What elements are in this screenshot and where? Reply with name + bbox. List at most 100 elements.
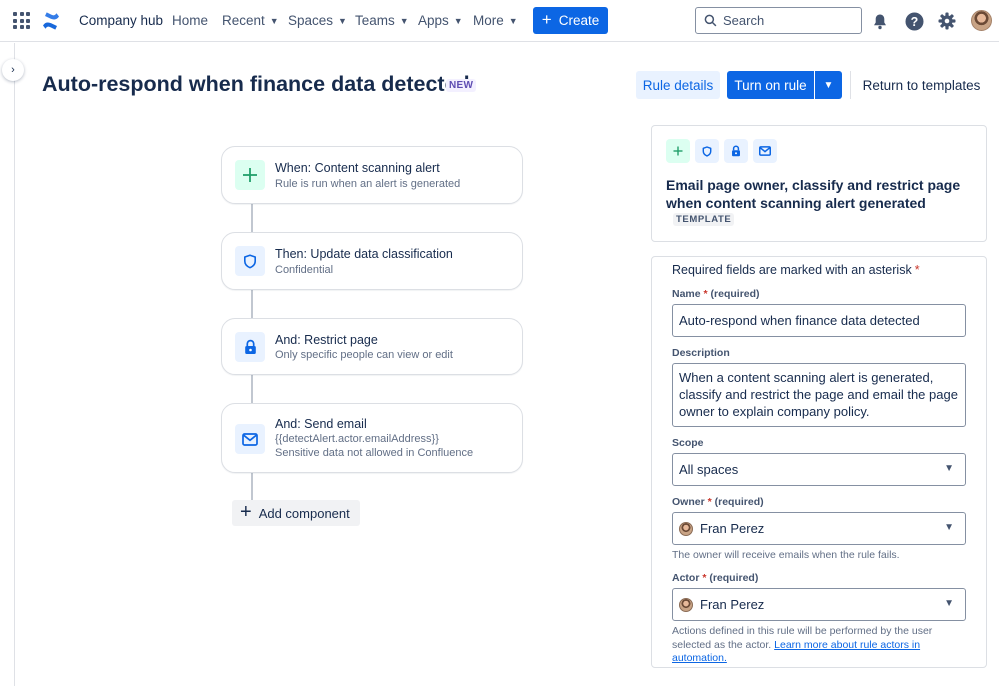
name-field[interactable]: Auto-respond when finance data detected — [672, 304, 966, 337]
chevron-down-icon: ▼ — [944, 598, 954, 609]
flow-component-subtitle-2: Sensitive data not allowed in Confluence — [275, 447, 474, 459]
owner-label: Owner * (required) — [672, 496, 764, 508]
nav-teams-label: Teams — [355, 13, 395, 28]
flow-component-subtitle: Only specific people can view or edit — [275, 349, 453, 361]
actor-helper-text: Actions defined in this rule will be per… — [672, 625, 962, 666]
owner-select[interactable]: Fran Perez ▼ — [672, 512, 966, 545]
name-label-text: Name — [672, 288, 701, 300]
owner-label-text: Owner — [672, 496, 705, 508]
required-fields-note: Required fields are marked with an aster… — [672, 263, 920, 277]
search-input[interactable]: Search — [695, 7, 862, 34]
flow-component-trigger[interactable]: When: Content scanning alert Rule is run… — [221, 146, 523, 204]
actor-required-text: (required) — [709, 572, 759, 584]
name-field-value: Auto-respond when finance data detected — [679, 313, 920, 328]
nav-recent-label: Recent — [222, 13, 265, 28]
scope-select[interactable]: All spaces ▼ — [672, 453, 966, 486]
flow-component-restrict-page[interactable]: And: Restrict page Only specific people … — [221, 318, 523, 375]
nav-company-hub[interactable]: Company hub — [79, 13, 163, 28]
sidebar-collapsed — [0, 43, 15, 686]
plus-icon: + — [541, 10, 552, 29]
plus-icon: + — [240, 500, 252, 523]
create-button[interactable]: + Create — [533, 7, 608, 34]
flow-connector — [251, 374, 253, 403]
flow-component-subtitle: {{detectAlert.actor.emailAddress}} — [275, 433, 439, 445]
nav-apps[interactable]: Apps ▼ — [418, 13, 463, 28]
chevron-down-icon: ▼ — [338, 15, 347, 26]
divider — [850, 71, 851, 99]
flow-component-title: And: Send email — [275, 417, 367, 431]
owner-helper-text: The owner will receive emails when the r… — [672, 549, 900, 561]
expand-sidebar-chevron-right-icon[interactable]: › — [2, 59, 24, 81]
actor-label: Actor * (required) — [672, 572, 759, 584]
template-title: Email page owner, classify and restrict … — [666, 177, 961, 211]
nav-spaces-label: Spaces — [288, 13, 334, 28]
flow-component-title: When: Content scanning alert — [275, 161, 440, 175]
actor-label-text: Actor — [672, 572, 700, 584]
nav-recent[interactable]: Recent ▼ — [222, 13, 279, 28]
svg-text:?: ? — [910, 15, 918, 29]
return-to-templates-button[interactable]: Return to templates — [858, 71, 985, 99]
flow-component-subtitle: Confidential — [275, 264, 334, 276]
nav-apps-label: Apps — [418, 13, 449, 28]
rule-details-label: Rule details — [642, 77, 714, 93]
chevron-down-icon: ▼ — [399, 15, 409, 26]
avatar — [679, 597, 693, 612]
notifications-bell-icon[interactable] — [870, 11, 890, 31]
add-component-label: Add component — [258, 505, 350, 521]
actor-select[interactable]: Fran Perez ▼ — [672, 588, 966, 621]
create-button-label: Create — [558, 13, 600, 28]
lock-icon — [724, 139, 748, 163]
flow-connector — [251, 472, 253, 500]
nav-more[interactable]: More ▼ — [473, 13, 518, 28]
chevron-down-icon: ▼ — [508, 15, 518, 26]
required-note-text: Required fields are marked with an aster… — [672, 263, 912, 277]
nav-spaces[interactable]: Spaces ▼ — [288, 13, 347, 28]
user-avatar[interactable] — [971, 10, 992, 31]
actor-value: Fran Perez — [700, 597, 765, 612]
shield-icon — [235, 246, 265, 276]
name-required-text: (required) — [710, 288, 760, 300]
nav-home-label: Home — [172, 13, 209, 28]
nav-home[interactable]: Home — [172, 13, 208, 28]
plus-icon — [666, 139, 690, 163]
app-switcher-icon[interactable] — [13, 12, 30, 29]
add-component-button[interactable]: + Add component — [232, 500, 360, 526]
turn-on-rule-button[interactable]: Turn on rule — [727, 71, 814, 99]
scope-label: Scope — [672, 437, 704, 449]
confluence-logo-icon[interactable] — [41, 11, 61, 31]
nav-more-label: More — [473, 13, 504, 28]
envelope-icon — [753, 139, 777, 163]
top-navigation: Company hub Home Recent ▼ Spaces ▼ Teams ▼ … — [0, 0, 999, 42]
return-to-templates-label: Return to templates — [862, 77, 981, 93]
name-label: Name * (required) — [672, 288, 760, 300]
envelope-icon — [235, 424, 265, 454]
flow-component-update-classification[interactable]: Then: Update data classification Confide… — [221, 232, 523, 290]
nav-teams[interactable]: Teams ▼ — [355, 13, 409, 28]
search-placeholder: Search — [723, 13, 765, 28]
new-badge: NEW — [446, 79, 477, 92]
flow-component-subtitle: Rule is run when an alert is generated — [275, 178, 461, 190]
flow-component-send-email[interactable]: And: Send email {{detectAlert.actor.emai… — [221, 403, 523, 473]
rule-details-form: Required fields are marked with an aster… — [651, 256, 987, 668]
search-icon — [704, 14, 717, 27]
flow-connector — [251, 203, 253, 232]
owner-value: Fran Perez — [700, 521, 765, 536]
template-badge: TEMPLATE — [673, 213, 735, 226]
help-icon[interactable]: ? — [904, 11, 924, 31]
flow-connector — [251, 289, 253, 318]
chevron-down-icon: ▼ — [944, 463, 954, 474]
description-label: Description — [672, 347, 730, 359]
settings-gear-icon[interactable] — [937, 11, 957, 31]
flow-component-title: Then: Update data classification — [275, 247, 453, 261]
turn-on-rule-dropdown-chevron-down-icon[interactable]: ▼ — [815, 71, 842, 99]
owner-required-text: (required) — [714, 496, 764, 508]
turn-on-rule-label: Turn on rule — [734, 77, 807, 93]
page-title: Auto-respond when finance data detected — [42, 72, 470, 96]
description-field[interactable]: When a content scanning alert is generat… — [672, 363, 966, 427]
chevron-down-icon: ▼ — [944, 522, 954, 533]
flow-component-title: And: Restrict page — [275, 333, 378, 347]
nav-company-hub-label: Company hub — [79, 13, 164, 28]
rule-details-button[interactable]: Rule details — [636, 71, 720, 99]
chevron-down-icon: ▼ — [269, 15, 279, 26]
plus-icon — [235, 160, 265, 190]
